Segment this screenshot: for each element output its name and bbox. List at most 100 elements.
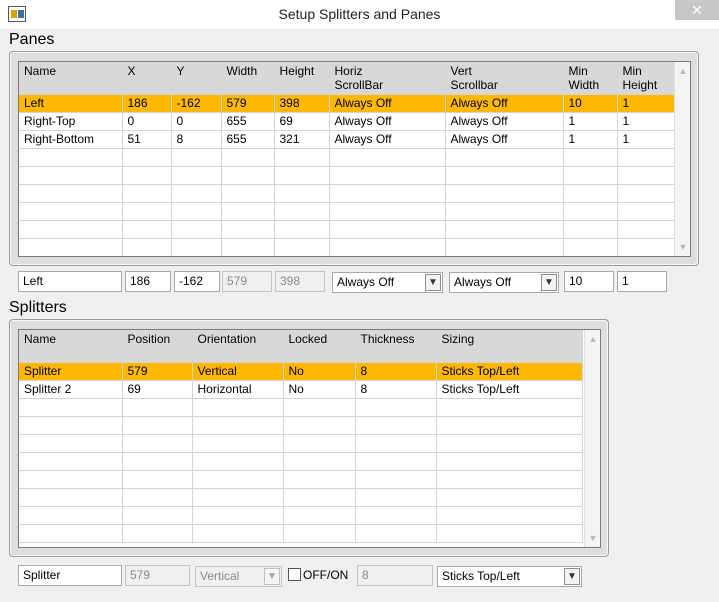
table-cell[interactable] bbox=[355, 434, 437, 453]
table-cell[interactable] bbox=[563, 148, 618, 167]
table-cell[interactable] bbox=[122, 524, 193, 543]
table-cell[interactable]: 655 bbox=[221, 112, 275, 131]
table-cell[interactable] bbox=[617, 184, 676, 203]
table-cell[interactable]: Always Off bbox=[329, 130, 446, 149]
table-cell[interactable] bbox=[274, 148, 330, 167]
table-cell[interactable]: 8 bbox=[355, 362, 437, 381]
table-cell[interactable]: 579 bbox=[122, 362, 193, 381]
horiz-scrollbar-select[interactable]: Always Off ▼ bbox=[332, 272, 443, 293]
splitters-scrollbar[interactable]: ▲ ▼ bbox=[584, 330, 600, 547]
table-row[interactable] bbox=[19, 202, 676, 221]
table-cell[interactable] bbox=[563, 166, 618, 185]
pane-x-input[interactable]: 186 bbox=[125, 271, 171, 292]
table-cell[interactable]: Left bbox=[19, 94, 123, 113]
table-cell[interactable] bbox=[274, 202, 330, 221]
arrow-down-icon[interactable]: ▼ bbox=[675, 240, 690, 254]
table-row[interactable]: Splitter 2 69 Horizontal No 8 Sticks Top/Left bbox=[19, 380, 583, 399]
table-cell[interactable]: Sticks Top/Left bbox=[436, 362, 583, 381]
table-cell[interactable] bbox=[122, 184, 172, 203]
table-cell[interactable] bbox=[355, 398, 437, 417]
table-cell[interactable]: 1 bbox=[563, 112, 618, 131]
arrow-up-icon[interactable]: ▲ bbox=[585, 332, 600, 346]
table-cell[interactable] bbox=[445, 238, 564, 256]
table-cell[interactable] bbox=[445, 166, 564, 185]
table-cell[interactable] bbox=[283, 434, 356, 453]
table-cell[interactable]: Always Off bbox=[329, 94, 446, 113]
table-cell[interactable] bbox=[283, 470, 356, 489]
table-cell[interactable]: No bbox=[283, 362, 356, 381]
table-cell[interactable] bbox=[192, 452, 284, 471]
table-cell[interactable] bbox=[436, 398, 583, 417]
table-cell[interactable] bbox=[283, 524, 356, 543]
table-cell[interactable] bbox=[221, 202, 275, 221]
table-cell[interactable]: 51 bbox=[122, 130, 172, 149]
table-cell[interactable] bbox=[171, 184, 222, 203]
min-height-input[interactable]: 1 bbox=[617, 271, 667, 292]
table-cell[interactable] bbox=[122, 416, 193, 435]
table-cell[interactable] bbox=[283, 452, 356, 471]
table-cell[interactable] bbox=[445, 184, 564, 203]
table-cell[interactable] bbox=[563, 184, 618, 203]
table-cell[interactable] bbox=[19, 488, 123, 507]
table-cell[interactable]: 8 bbox=[355, 380, 437, 399]
table-cell[interactable]: Right-Bottom bbox=[19, 130, 123, 149]
table-cell[interactable] bbox=[19, 148, 123, 167]
table-cell[interactable] bbox=[192, 524, 284, 543]
table-cell[interactable] bbox=[563, 220, 618, 239]
table-cell[interactable] bbox=[19, 506, 123, 525]
table-cell[interactable] bbox=[122, 148, 172, 167]
table-cell[interactable] bbox=[19, 184, 123, 203]
table-cell[interactable] bbox=[617, 166, 676, 185]
table-cell[interactable] bbox=[19, 202, 123, 221]
splitters-table[interactable]: Name Position Orientation Locked Thickness Si… bbox=[18, 329, 601, 548]
table-row[interactable] bbox=[19, 238, 676, 256]
table-cell[interactable] bbox=[122, 220, 172, 239]
table-cell[interactable] bbox=[19, 238, 123, 256]
table-cell[interactable]: Always Off bbox=[445, 94, 564, 113]
table-cell[interactable] bbox=[19, 452, 123, 471]
table-cell[interactable]: -162 bbox=[171, 94, 222, 113]
table-row[interactable] bbox=[19, 524, 583, 543]
table-cell[interactable] bbox=[355, 506, 437, 525]
table-row[interactable] bbox=[19, 398, 583, 417]
table-cell[interactable] bbox=[436, 488, 583, 507]
table-row[interactable]: Left 186 -162 579 398 Always Off Always Off 10 1 bbox=[19, 94, 676, 113]
pane-y-input[interactable]: -162 bbox=[174, 271, 220, 292]
table-cell[interactable] bbox=[617, 202, 676, 221]
table-cell[interactable] bbox=[283, 398, 356, 417]
table-row[interactable] bbox=[19, 184, 676, 203]
locked-checkbox[interactable] bbox=[288, 568, 301, 581]
table-cell[interactable] bbox=[171, 238, 222, 256]
table-cell[interactable] bbox=[355, 488, 437, 507]
table-cell[interactable] bbox=[436, 416, 583, 435]
table-cell[interactable]: 655 bbox=[221, 130, 275, 149]
pane-name-input[interactable]: Left bbox=[18, 271, 122, 292]
table-row[interactable] bbox=[19, 166, 676, 185]
table-cell[interactable] bbox=[329, 166, 446, 185]
table-cell[interactable] bbox=[221, 238, 275, 256]
table-cell[interactable] bbox=[171, 220, 222, 239]
table-cell[interactable]: 8 bbox=[171, 130, 222, 149]
table-row[interactable] bbox=[19, 470, 583, 489]
table-cell[interactable]: Splitter 2 bbox=[19, 380, 123, 399]
table-cell[interactable]: Always Off bbox=[329, 112, 446, 131]
table-cell[interactable] bbox=[122, 238, 172, 256]
table-cell[interactable] bbox=[122, 488, 193, 507]
table-cell[interactable] bbox=[19, 524, 123, 543]
table-cell[interactable] bbox=[283, 416, 356, 435]
panes-table[interactable]: Name X Y Width Height Horiz ScrollBar Vert Scr… bbox=[18, 61, 691, 257]
table-cell[interactable]: 0 bbox=[171, 112, 222, 131]
table-cell[interactable] bbox=[192, 470, 284, 489]
panes-scrollbar[interactable]: ▲ ▼ bbox=[674, 62, 690, 256]
table-cell[interactable] bbox=[122, 506, 193, 525]
table-cell[interactable]: 1 bbox=[617, 112, 676, 131]
table-cell[interactable] bbox=[122, 434, 193, 453]
table-cell[interactable] bbox=[283, 488, 356, 507]
table-cell[interactable] bbox=[274, 184, 330, 203]
table-cell[interactable] bbox=[617, 220, 676, 239]
table-cell[interactable]: 579 bbox=[221, 94, 275, 113]
table-cell[interactable] bbox=[192, 416, 284, 435]
table-cell[interactable] bbox=[283, 506, 356, 525]
table-cell[interactable] bbox=[122, 470, 193, 489]
table-row[interactable] bbox=[19, 220, 676, 239]
